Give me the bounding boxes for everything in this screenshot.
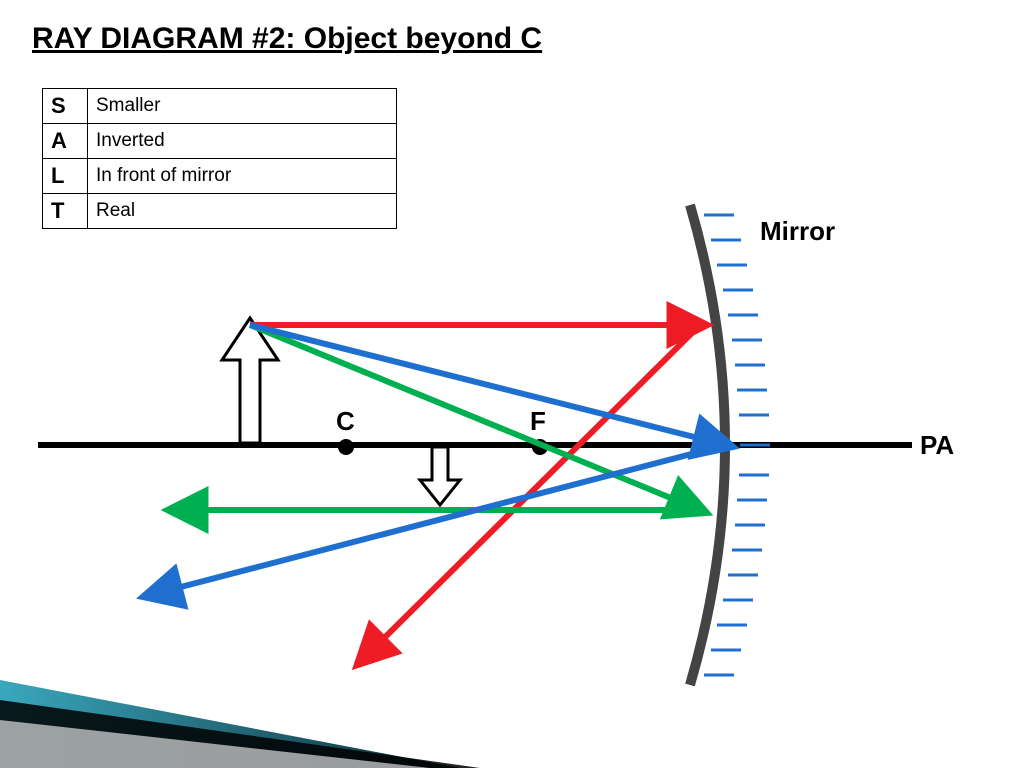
ray-red — [250, 325, 700, 660]
label-c: C — [336, 406, 355, 436]
label-f: F — [530, 406, 546, 436]
ray-diagram: C F — [0, 0, 1024, 768]
point-c — [338, 439, 354, 455]
corner-accent — [0, 680, 480, 768]
object-arrow — [222, 318, 278, 443]
image-arrow — [420, 447, 460, 505]
